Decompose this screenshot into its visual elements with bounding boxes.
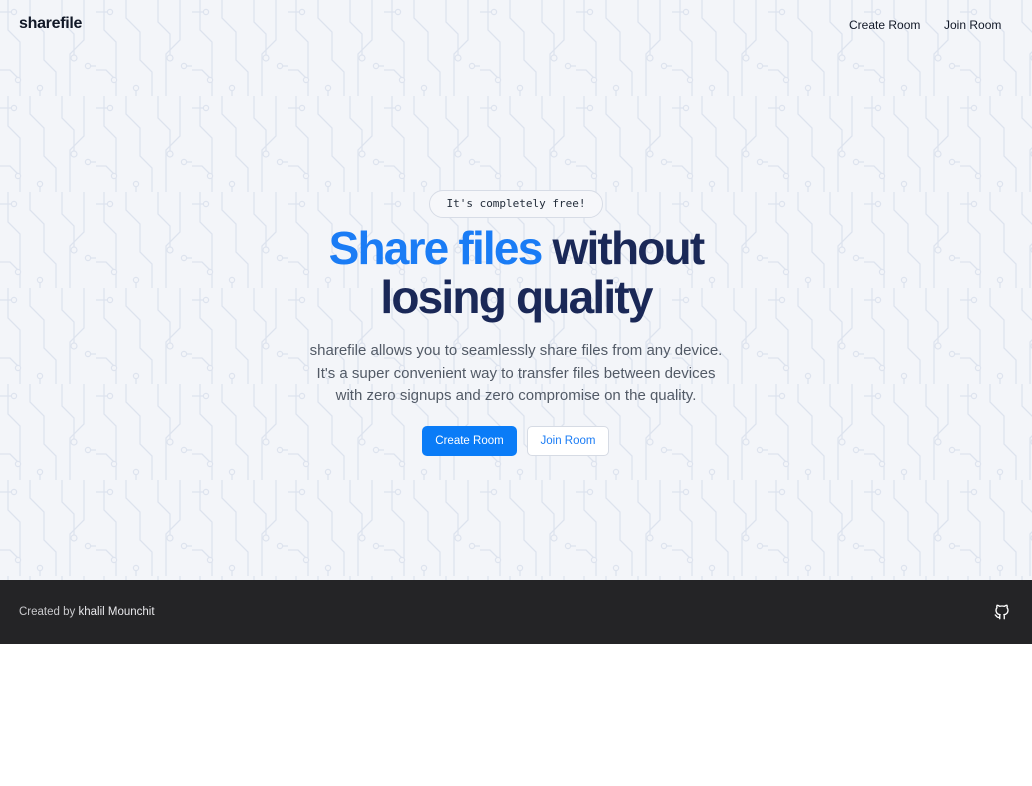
brand-logo[interactable]: sharefile bbox=[19, 15, 82, 33]
footer: Created by khalil Mounchit bbox=[0, 580, 1032, 644]
hero-section: sharefile Create Room Join Room It's com… bbox=[0, 0, 1032, 580]
headline-second-line: losing quality bbox=[380, 271, 653, 323]
join-room-button[interactable]: Join Room bbox=[527, 426, 609, 456]
description-line-3: with zero signups and zero compromise on… bbox=[335, 387, 697, 404]
headline-accent: Share files bbox=[328, 222, 544, 274]
top-navbar: sharefile Create Room Join Room bbox=[0, 0, 1032, 52]
description-line-1: sharefile allows you to seamlessly share… bbox=[309, 342, 723, 359]
hero-headline: Share files without losing quality bbox=[216, 224, 816, 322]
github-icon[interactable] bbox=[993, 603, 1011, 621]
headline-rest: without bbox=[552, 222, 705, 274]
free-badge: It's completely free! bbox=[429, 190, 603, 218]
create-room-button[interactable]: Create Room bbox=[422, 426, 517, 456]
footer-credit: Created by khalil Mounchit bbox=[19, 606, 155, 618]
description-line-2: It's a super convenient way to transfer … bbox=[316, 364, 716, 382]
author-link[interactable]: khalil Mounchit bbox=[78, 606, 154, 618]
nav-join-room-link[interactable]: Join Room bbox=[944, 18, 1001, 32]
nav-create-room-link[interactable]: Create Room bbox=[849, 18, 920, 32]
credit-prefix: Created by bbox=[19, 606, 76, 618]
hero-description: sharefile allows you to seamlessly share… bbox=[266, 340, 766, 408]
